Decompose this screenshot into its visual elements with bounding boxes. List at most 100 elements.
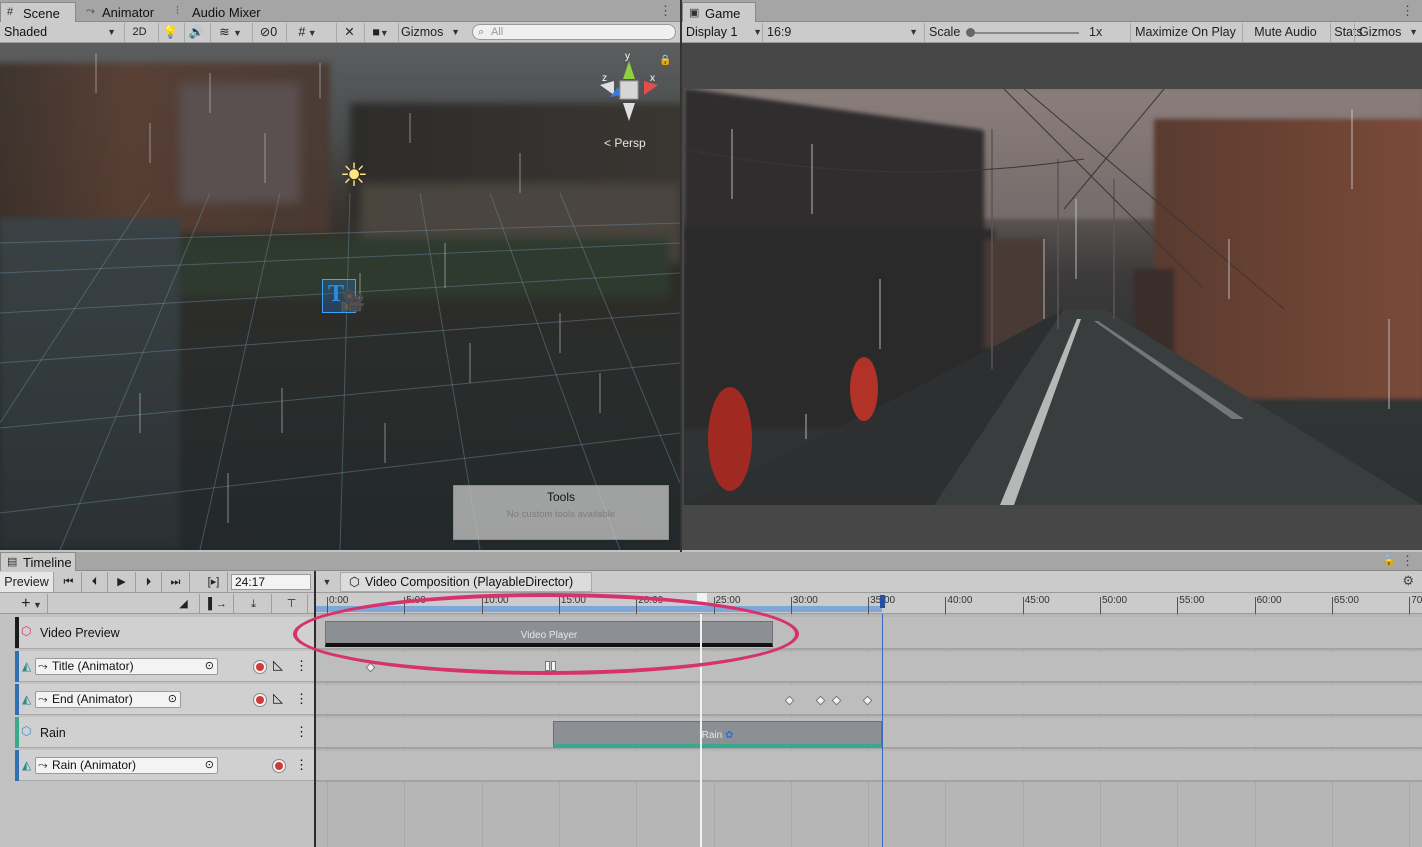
curves-icon[interactable]: ◺ xyxy=(273,657,283,673)
track-menu-icon[interactable]: ⋮ xyxy=(295,658,308,674)
lighting-toggle-icon[interactable]: 💡 xyxy=(158,23,182,42)
gizmos-dropdown[interactable]: Gizmos ▼ xyxy=(398,23,464,42)
ruler-tick xyxy=(868,597,870,614)
object-picker-icon[interactable]: ⊙ xyxy=(168,692,177,707)
curves-icon[interactable]: ◺ xyxy=(273,690,283,706)
go-to-end-icon[interactable]: ⏭ xyxy=(162,572,190,592)
clip-rain[interactable]: Rain ✿ xyxy=(553,721,882,748)
keyframe[interactable] xyxy=(784,695,795,706)
track-header-end-animator[interactable]: ◭ ⤳ End (Animator) ⊙ ◺ ⋮ xyxy=(15,684,314,715)
camera-dropdown-icon[interactable]: ■▼ xyxy=(364,23,396,42)
timeline-menu-icon[interactable]: ⋮ xyxy=(1401,553,1414,569)
grid-dropdown-icon[interactable]: # ▼ xyxy=(286,23,328,42)
game-view[interactable] xyxy=(684,89,1422,505)
track-menu-icon[interactable]: ⋮ xyxy=(295,691,308,707)
game-menu-icon[interactable]: ⋮ xyxy=(1401,3,1414,19)
track-row-rain-animator[interactable] xyxy=(316,751,1422,782)
track-row-end-animator[interactable] xyxy=(316,685,1422,716)
chevron-down-icon: ▼ xyxy=(909,27,918,37)
track-header-rain-animator[interactable]: ◭ ⤳ Rain (Animator) ⊙ ⋮ xyxy=(15,750,314,781)
directional-light-icon[interactable]: ☀ xyxy=(336,157,372,193)
tools-title: Tools xyxy=(546,490,575,504)
display-dropdown[interactable]: Display 1 ▼ xyxy=(686,24,762,41)
game-toolbar: Display 1 ▼ 16:9 ▼ Scale 1x Maximize On … xyxy=(682,22,1422,43)
track-row-rain[interactable]: Rain ✿ xyxy=(316,718,1422,749)
chevron-down-icon: ▼ xyxy=(451,27,460,37)
tab-scene[interactable]: # Scene xyxy=(0,2,76,22)
ruler-label: 50:00 xyxy=(1102,595,1128,606)
shading-mode-dropdown[interactable]: Shaded ▼ xyxy=(4,24,120,41)
ruler-tick xyxy=(1177,597,1179,614)
edit-mode-mix-icon[interactable]: ⤓ xyxy=(236,594,272,614)
track-label: Rain xyxy=(40,726,66,740)
scale-slider-track[interactable] xyxy=(969,32,1079,34)
scale-slider-thumb[interactable] xyxy=(966,28,975,37)
audio-toggle-icon[interactable]: 🔊 xyxy=(184,23,208,42)
snap-slider-icon[interactable]: ◢ xyxy=(168,594,200,614)
aspect-dropdown[interactable]: 16:9 ▼ xyxy=(762,23,922,42)
persp-label[interactable]: < Persp xyxy=(604,136,646,150)
object-picker-icon[interactable]: ⊙ xyxy=(205,758,214,773)
record-button[interactable] xyxy=(253,693,267,707)
track-label: Video Preview xyxy=(40,626,120,640)
game-gizmos-dropdown[interactable]: Gizmos ▼ xyxy=(1354,23,1422,42)
timeline-pin-icon[interactable]: ⊤ xyxy=(276,594,308,614)
end-marker[interactable] xyxy=(880,595,885,608)
lock-icon[interactable]: 🔒 xyxy=(1382,554,1396,567)
track-color-bar xyxy=(15,617,19,648)
hidden-objects-toggle[interactable]: ⊘0 xyxy=(252,23,284,42)
play-icon[interactable]: ▶ xyxy=(108,572,136,592)
track-menu-icon[interactable]: ⋮ xyxy=(295,757,308,773)
keyframe[interactable] xyxy=(831,695,842,706)
edit-mode-ripple-icon[interactable]: ▌→ xyxy=(202,594,234,614)
animator-object-field[interactable]: ⤳ Rain (Animator) ⊙ xyxy=(35,757,218,774)
scale-control: Scale 1x xyxy=(924,23,1128,42)
track-header-rain[interactable]: ⬡ Rain ⋮ xyxy=(15,717,314,748)
lock-icon[interactable]: 🔒 xyxy=(659,55,671,66)
animator-icon: ⤳ xyxy=(86,5,95,17)
timeline-tabbar: ▤ Timeline 🔒 ⋮ xyxy=(0,552,1422,571)
record-button[interactable] xyxy=(253,660,267,674)
tab-timeline[interactable]: ▤ Timeline xyxy=(0,552,76,571)
keyframe[interactable] xyxy=(862,695,873,706)
animator-track-icon: ◭ xyxy=(22,692,32,706)
mute-audio-toggle[interactable]: Mute Audio xyxy=(1242,23,1328,42)
track-color-bar xyxy=(15,750,19,781)
preview-toggle[interactable]: Preview xyxy=(0,572,54,592)
record-button[interactable] xyxy=(272,759,286,773)
breadcrumb-dropdown-icon[interactable]: ▼ xyxy=(318,572,336,592)
breadcrumb[interactable]: ⬡ Video Composition (PlayableDirector) xyxy=(340,572,592,592)
ruler-tick xyxy=(1409,597,1411,614)
track-header-video-preview[interactable]: ⬡ Video Preview xyxy=(15,617,314,649)
tools-icon[interactable]: ✕ xyxy=(336,23,362,42)
animator-track-icon: ◭ xyxy=(22,659,32,673)
tab-animator[interactable]: ⤳ Animator xyxy=(80,2,162,22)
add-track-dropdown[interactable]: + ▼ xyxy=(16,594,48,614)
play-range-icon[interactable]: [▸] xyxy=(200,572,228,592)
animator-object-field[interactable]: ⤳ Title (Animator) ⊙ xyxy=(35,658,218,675)
go-to-start-icon[interactable]: ⏮ xyxy=(56,572,82,592)
track-header-title-animator[interactable]: ◭ ⤳ Title (Animator) ⊙ ◺ ⋮ xyxy=(15,651,314,682)
ruler-tick xyxy=(1254,597,1256,614)
maximize-on-play-toggle[interactable]: Maximize On Play xyxy=(1130,23,1240,42)
previous-frame-icon[interactable]: ⏴ xyxy=(82,572,108,592)
ruler-tick xyxy=(1022,597,1024,614)
ruler-label: 45:00 xyxy=(1024,595,1050,606)
scene-search-input[interactable]: ⌕ All xyxy=(472,24,676,40)
frame-input[interactable]: 24:17 xyxy=(231,574,311,590)
settings-gear-icon[interactable]: ⚙ xyxy=(1402,573,1414,589)
animator-object-field[interactable]: ⤳ End (Animator) ⊙ xyxy=(35,691,181,708)
2d-toggle[interactable]: 2D xyxy=(124,23,154,42)
track-menu-icon[interactable]: ⋮ xyxy=(295,724,308,740)
keyframe[interactable] xyxy=(815,695,826,706)
next-frame-icon[interactable]: ⏵ xyxy=(136,572,162,592)
scene-menu-icon[interactable]: ⋮ xyxy=(659,3,672,19)
particle-icon: ✿ xyxy=(724,730,734,741)
cube-icon: ⬡ xyxy=(349,575,360,589)
orientation-gizmo[interactable]: y z x xyxy=(596,51,662,123)
effects-dropdown-icon[interactable]: ≋ ▼ xyxy=(210,23,250,42)
tab-audio-mixer[interactable]: ⫶ Audio Mixer xyxy=(170,2,269,22)
object-picker-icon[interactable]: ⊙ xyxy=(205,659,214,674)
tab-game[interactable]: ▣ Game xyxy=(682,2,756,22)
scene-view[interactable]: ☀ T 🎥 y z x 🔒 < Persp Tools No custom to… xyxy=(0,43,680,550)
